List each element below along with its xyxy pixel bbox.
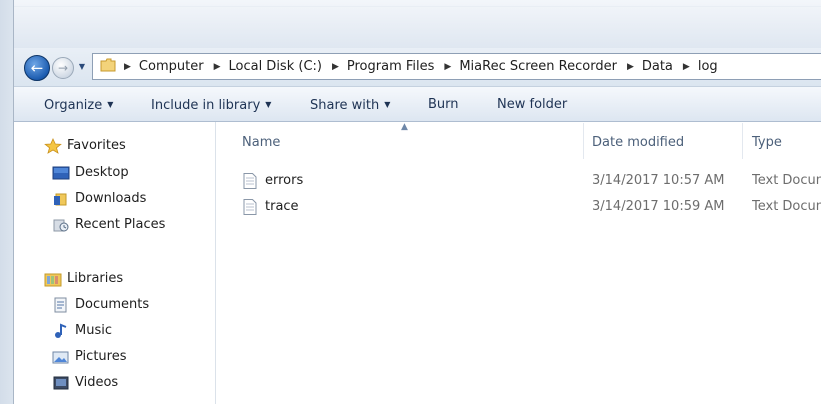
organize-label: Organize [44, 98, 103, 113]
nav-favorites-label: Favorites [67, 138, 126, 153]
nav-libraries-label: Libraries [67, 271, 124, 286]
burn-button[interactable]: Burn [428, 96, 459, 114]
file-date: 3/14/2017 10:59 AM [592, 199, 725, 214]
chevron-down-icon: ▼ [78, 62, 86, 71]
file-row-trace[interactable]: trace [243, 197, 299, 217]
recent-places-icon [53, 219, 69, 232]
nav-item-pictures[interactable]: Pictures [52, 347, 126, 367]
chevron-down-icon: ▼ [384, 100, 391, 109]
nav-item-music[interactable]: Music [52, 321, 112, 341]
file-list [216, 122, 821, 404]
column-header-date-modified[interactable]: Date modified [592, 133, 684, 153]
nav-item-recent-places-label: Recent Places [75, 217, 166, 232]
breadcrumb-item-local-disk[interactable]: Local Disk (C:) [228, 59, 321, 74]
breadcrumb-item-data[interactable]: Data [642, 59, 673, 74]
nav-item-documents[interactable]: Documents [52, 295, 149, 315]
nav-item-recent-places[interactable]: Recent Places [52, 215, 165, 235]
file-date: 3/14/2017 10:57 AM [592, 173, 725, 188]
breadcrumb-separator-icon: ▶ [444, 61, 452, 72]
sort-ascending-icon: ▲ [401, 122, 408, 132]
breadcrumb-separator-icon: ▶ [124, 61, 131, 72]
window-frame-top [0, 0, 821, 48]
text-file-icon [243, 199, 257, 215]
nav-item-music-label: Music [75, 323, 112, 338]
nav-item-desktop[interactable]: Desktop [52, 163, 129, 183]
window-frame-left [0, 0, 14, 404]
nav-libraries[interactable]: Libraries [44, 269, 123, 289]
organize-button[interactable]: Organize ▼ [44, 96, 113, 114]
nav-item-videos-label: Videos [75, 375, 119, 390]
breadcrumb-item-miarec[interactable]: MiaRec Screen Recorder [459, 59, 617, 74]
column-header-type[interactable]: Type [752, 133, 782, 153]
chevron-down-icon: ▼ [107, 100, 114, 109]
arrow-right-icon: → [57, 61, 69, 75]
text-file-icon [243, 173, 257, 189]
breadcrumb-item-computer[interactable]: Computer [139, 59, 204, 74]
share-with-button[interactable]: Share with ▼ [310, 96, 390, 114]
folder-icon [100, 58, 116, 72]
burn-label: Burn [428, 97, 459, 112]
library-icon [44, 273, 62, 287]
share-with-label: Share with [310, 98, 380, 113]
recent-pages-dropdown[interactable]: ▼ [77, 60, 87, 74]
column-divider[interactable] [742, 123, 743, 159]
pictures-icon [52, 351, 69, 364]
file-name: errors [265, 173, 304, 188]
include-in-library-button[interactable]: Include in library ▼ [151, 96, 271, 114]
window-top-edge [14, 6, 821, 7]
nav-item-pictures-label: Pictures [75, 349, 127, 364]
command-bar [14, 86, 821, 122]
downloads-folder-icon [54, 193, 67, 206]
breadcrumb-separator-icon: ▶ [331, 61, 339, 72]
column-header-name[interactable]: Name [242, 133, 280, 153]
breadcrumb-item-log[interactable]: log [698, 59, 718, 74]
music-icon [55, 323, 67, 338]
nav-item-downloads[interactable]: Downloads [52, 189, 146, 209]
nav-item-videos[interactable]: Videos [52, 373, 118, 393]
breadcrumb-separator-icon: ▶ [682, 61, 690, 72]
breadcrumb-separator-icon: ▶ [213, 61, 221, 72]
breadcrumb-item-program-files[interactable]: Program Files [347, 59, 435, 74]
new-folder-button[interactable]: New folder [497, 96, 567, 114]
breadcrumb: ▶ Computer ▶ Local Disk (C:) ▶ Program F… [124, 53, 728, 80]
forward-button[interactable]: → [52, 57, 74, 79]
desktop-icon [52, 166, 70, 180]
nav-item-desktop-label: Desktop [75, 165, 129, 180]
chevron-down-icon: ▼ [265, 100, 272, 109]
nav-favorites[interactable]: Favorites [44, 136, 126, 156]
new-folder-label: New folder [497, 97, 568, 112]
column-divider[interactable] [583, 123, 584, 159]
file-type: Text Document [752, 199, 821, 214]
arrow-left-icon: ← [30, 59, 44, 77]
include-in-library-label: Include in library [151, 98, 261, 113]
breadcrumb-separator-icon: ▶ [626, 61, 634, 72]
file-row-errors[interactable]: errors [243, 171, 303, 191]
nav-item-downloads-label: Downloads [75, 191, 147, 206]
videos-icon [53, 376, 69, 390]
file-name: trace [265, 199, 299, 214]
star-icon [44, 138, 62, 154]
back-button[interactable]: ← [24, 55, 50, 81]
documents-icon [54, 297, 67, 313]
nav-item-documents-label: Documents [75, 297, 150, 312]
file-type: Text Document [752, 173, 821, 188]
